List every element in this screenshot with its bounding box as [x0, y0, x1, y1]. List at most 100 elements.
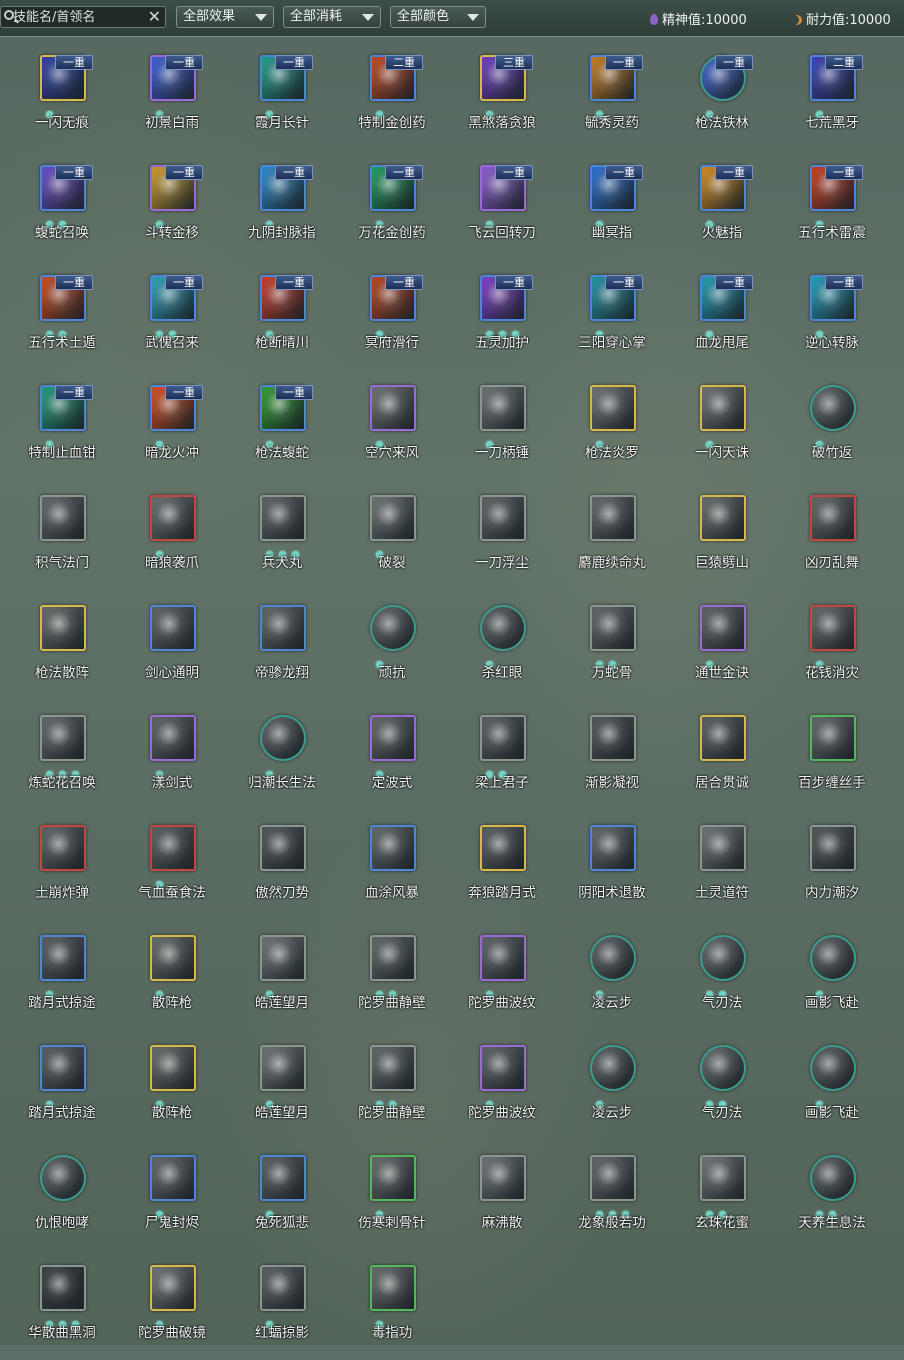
skill-card[interactable]: 土崩炸弹	[7, 810, 117, 920]
skill-card[interactable]: 凶刃乱舞	[777, 480, 887, 590]
skill-card[interactable]: 气血蚕食法	[117, 810, 227, 920]
skill-card[interactable]: 踏月式掠途	[7, 1030, 117, 1140]
skill-icon[interactable]	[480, 825, 526, 871]
skill-icon[interactable]	[810, 605, 856, 651]
skill-icon[interactable]	[370, 605, 416, 651]
skill-card[interactable]: 帝骖龙翔	[227, 590, 337, 700]
skill-icon[interactable]	[700, 1155, 746, 1201]
skill-card[interactable]: 一刀浮尘	[447, 480, 557, 590]
skill-icon[interactable]	[370, 1155, 416, 1201]
skill-card[interactable]: 凌云步	[557, 1030, 667, 1140]
skill-card[interactable]: 气刃法	[667, 920, 777, 1030]
skill-card[interactable]: 积气法门	[7, 480, 117, 590]
skill-icon[interactable]	[480, 1155, 526, 1201]
skill-card[interactable]: 兵犬丸	[227, 480, 337, 590]
search-box[interactable]: ✕	[0, 6, 166, 28]
skill-card[interactable]: 一重 毓秀灵药	[557, 40, 667, 150]
skill-icon[interactable]	[700, 495, 746, 541]
skill-card[interactable]: 一重 逆心转脉	[777, 260, 887, 370]
skill-icon[interactable]	[810, 1155, 856, 1201]
skill-card[interactable]: 梁上君子	[447, 700, 557, 810]
skill-card[interactable]: 一重 初景白雨	[117, 40, 227, 150]
skill-icon[interactable]	[590, 605, 636, 651]
skill-card[interactable]: 伤寒刺骨针	[337, 1140, 447, 1250]
skill-icon[interactable]	[590, 385, 636, 431]
skill-icon[interactable]	[40, 935, 86, 981]
skill-card[interactable]: 一重 五灵加护	[447, 260, 557, 370]
skill-card[interactable]: 巨猿劈山	[667, 480, 777, 590]
skill-icon[interactable]	[810, 1045, 856, 1091]
skill-card[interactable]: 凌云步	[557, 920, 667, 1030]
skill-icon[interactable]	[150, 1265, 196, 1311]
skill-card[interactable]: 一重 武傀召来	[117, 260, 227, 370]
skill-card[interactable]: 皓莲望月	[227, 1030, 337, 1140]
skill-icon[interactable]	[700, 715, 746, 761]
cost-filter-dropdown[interactable]: 全部消耗	[283, 6, 381, 28]
skill-icon[interactable]	[40, 605, 86, 651]
skill-card[interactable]: 陀罗曲静壁	[337, 920, 447, 1030]
skill-icon[interactable]	[370, 385, 416, 431]
skill-card[interactable]: 画影飞赴	[777, 1030, 887, 1140]
skill-icon[interactable]	[480, 935, 526, 981]
skill-icon[interactable]	[700, 1045, 746, 1091]
skill-card[interactable]: 红蝠掠影	[227, 1250, 337, 1360]
skill-icon[interactable]	[370, 715, 416, 761]
skill-icon[interactable]	[480, 385, 526, 431]
skill-card[interactable]: 阴阳术退散	[557, 810, 667, 920]
skill-icon[interactable]	[700, 935, 746, 981]
skill-card[interactable]: 华散曲黑洞	[7, 1250, 117, 1360]
skill-card[interactable]: 破裂	[337, 480, 447, 590]
effect-filter-dropdown[interactable]: 全部效果	[176, 6, 274, 28]
skill-icon[interactable]	[260, 935, 306, 981]
skill-card[interactable]: 一重 冥府滑行	[337, 260, 447, 370]
skill-icon[interactable]	[150, 935, 196, 981]
skill-icon[interactable]	[480, 495, 526, 541]
skill-icon[interactable]	[40, 1155, 86, 1201]
color-filter-dropdown[interactable]: 全部颜色	[390, 6, 486, 28]
skill-card[interactable]: 一重 斗转金移	[117, 150, 227, 260]
skill-icon[interactable]	[590, 1155, 636, 1201]
skill-icon[interactable]	[260, 1045, 306, 1091]
skill-icon[interactable]	[150, 1045, 196, 1091]
skill-icon[interactable]	[590, 715, 636, 761]
skill-card[interactable]: 定波式	[337, 700, 447, 810]
skill-card[interactable]: 一闪天诛	[667, 370, 777, 480]
skill-card[interactable]: 土灵道符	[667, 810, 777, 920]
skill-icon[interactable]	[260, 1265, 306, 1311]
skill-card[interactable]: 尸鬼封烬	[117, 1140, 227, 1250]
skill-card[interactable]: 一重 三阳穿心掌	[557, 260, 667, 370]
skill-card[interactable]: 一重 暗龙火冲	[117, 370, 227, 480]
skill-icon[interactable]	[370, 935, 416, 981]
skill-card[interactable]: 天养生息法	[777, 1140, 887, 1250]
skill-card[interactable]: 一重 万花金创药	[337, 150, 447, 260]
search-input[interactable]	[13, 8, 143, 26]
skill-icon[interactable]	[700, 605, 746, 651]
skill-card[interactable]: 龙象般若功	[557, 1140, 667, 1250]
skill-card[interactable]: 傲然刀势	[227, 810, 337, 920]
skill-card[interactable]: 一重 枪法蝮蛇	[227, 370, 337, 480]
skill-icon[interactable]	[40, 1045, 86, 1091]
skill-icon[interactable]	[150, 605, 196, 651]
skill-card[interactable]: 踏月式掠途	[7, 920, 117, 1030]
skill-card[interactable]: 破竹返	[777, 370, 887, 480]
skill-card[interactable]: 一重 血龙甩尾	[667, 260, 777, 370]
skill-icon[interactable]	[480, 605, 526, 651]
skill-icon[interactable]	[40, 825, 86, 871]
skill-card[interactable]: 一重 枪法铁林	[667, 40, 777, 150]
skill-icon[interactable]	[150, 715, 196, 761]
skill-card[interactable]: 兔死狐悲	[227, 1140, 337, 1250]
skill-card[interactable]: 陀罗曲静壁	[337, 1030, 447, 1140]
skill-card[interactable]: 麻沸散	[447, 1140, 557, 1250]
skill-icon[interactable]	[700, 385, 746, 431]
skill-icon[interactable]	[260, 605, 306, 651]
skill-card[interactable]: 气刃法	[667, 1030, 777, 1140]
skill-card[interactable]: 枪法散阵	[7, 590, 117, 700]
skill-icon[interactable]	[590, 825, 636, 871]
skill-icon[interactable]	[370, 825, 416, 871]
skill-icon[interactable]	[700, 825, 746, 871]
skill-card[interactable]: 三重 黑煞落贪狼	[447, 40, 557, 150]
skill-card[interactable]: 通世金诀	[667, 590, 777, 700]
skill-card[interactable]: 剑心通明	[117, 590, 227, 700]
skill-card[interactable]: 陀罗曲波纹	[447, 920, 557, 1030]
skill-card[interactable]: 毒指功	[337, 1250, 447, 1360]
